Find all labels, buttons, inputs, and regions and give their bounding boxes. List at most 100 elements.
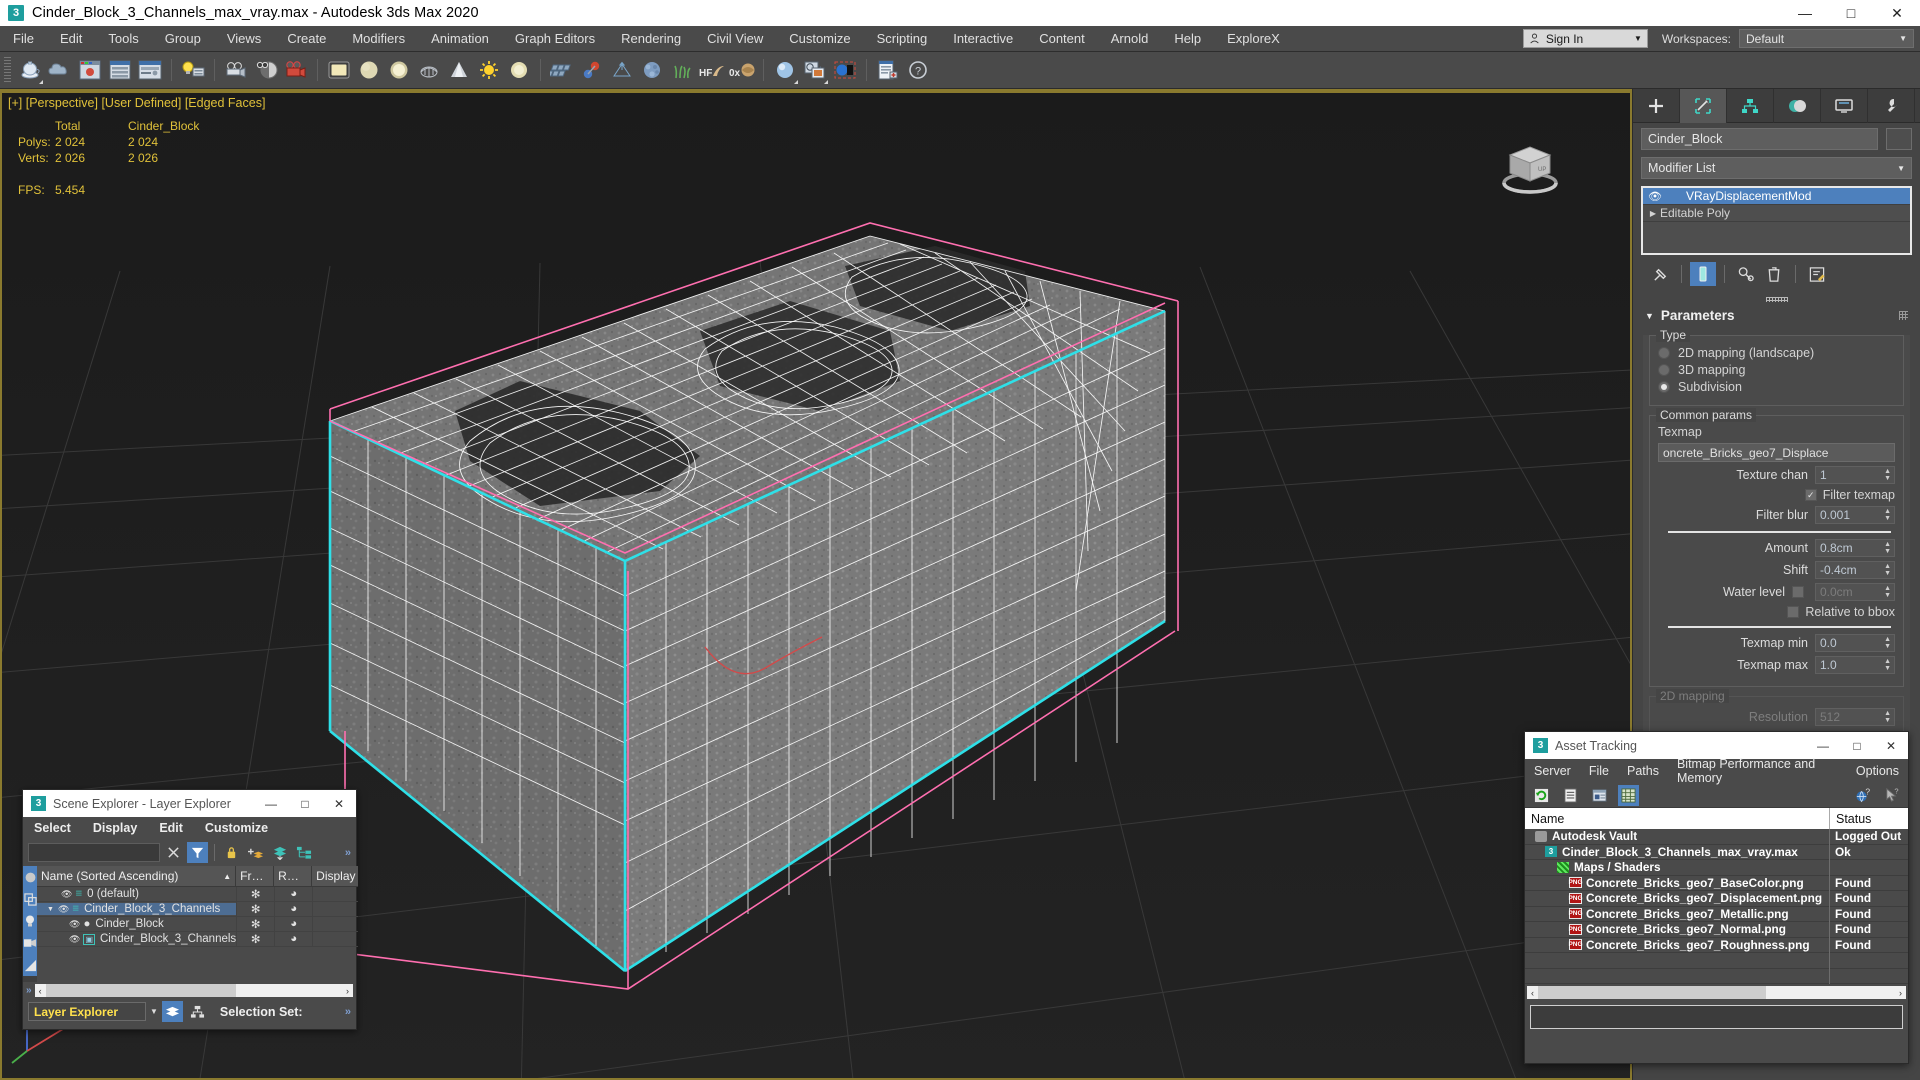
scene-explorer-toolbar-icon[interactable] <box>135 55 165 85</box>
menu-item-civil-view[interactable]: Civil View <box>694 26 776 52</box>
filter-blur-spinner[interactable]: 0.001 ▲ ▼ <box>1815 506 1895 524</box>
menu-item-explorex[interactable]: ExploreX <box>1214 26 1293 52</box>
at-menu-options[interactable]: Options <box>1847 764 1908 778</box>
refresh-icon[interactable] <box>1531 785 1552 806</box>
view-cube[interactable]: UP <box>1488 121 1572 205</box>
menu-item-rendering[interactable]: Rendering <box>608 26 694 52</box>
hierarchy-mode-icon[interactable] <box>187 1001 208 1022</box>
scroll-overflow-icon[interactable]: » <box>26 985 32 996</box>
sunlight-icon[interactable] <box>474 55 504 85</box>
display-cell[interactable] <box>312 901 358 917</box>
menu-item-help[interactable]: Help <box>1161 26 1214 52</box>
explorer-mode-selector[interactable]: Layer Explorer <box>28 1002 146 1021</box>
help-icon[interactable]: ? <box>903 55 933 85</box>
table-row[interactable]: PNG Concrete_Bricks_geo7_Displacement.pn… <box>1525 890 1908 907</box>
align-icon[interactable] <box>577 55 607 85</box>
layer-stack-icon[interactable] <box>269 842 290 863</box>
clear-search-icon[interactable] <box>163 842 184 863</box>
tab-motion[interactable] <box>1774 89 1821 123</box>
horizontal-scrollbar[interactable]: ‹ › <box>34 984 353 997</box>
ornatrix-icon[interactable]: 0x <box>727 55 757 85</box>
se-menu-display[interactable]: Display <box>82 821 148 835</box>
render-frame-window-icon[interactable] <box>251 55 281 85</box>
table-row[interactable] <box>1525 952 1908 969</box>
menu-item-edit[interactable]: Edit <box>47 26 95 52</box>
radio-3d-mapping[interactable]: 3D mapping <box>1658 363 1895 377</box>
object-color-swatch[interactable] <box>1886 128 1912 150</box>
table-row[interactable]: PNG Concrete_Bricks_geo7_Normal.png Foun… <box>1525 921 1908 938</box>
column-frozen[interactable]: Fr… <box>236 865 275 887</box>
asset-tracking-window[interactable]: 3 Asset Tracking — □ ✕ Server File Paths… <box>1524 731 1909 1064</box>
scroll-right-icon[interactable]: › <box>1895 988 1906 998</box>
viewport-label[interactable]: [+] [Perspective] [User Defined] [Edged … <box>8 96 265 110</box>
hierarchy-view-icon[interactable] <box>293 842 314 863</box>
workspace-selector[interactable]: Default ▼ <box>1739 29 1914 48</box>
array-icon[interactable] <box>547 55 577 85</box>
column-render[interactable]: R… <box>274 865 313 887</box>
tab-create[interactable] <box>1633 89 1680 123</box>
menu-item-content[interactable]: Content <box>1026 26 1098 52</box>
eye-icon[interactable]: 👁 <box>69 934 80 945</box>
asset-tracking-list[interactable]: Autodesk Vault Logged Out 3 Cinder_Block… <box>1525 828 1908 984</box>
menu-item-group[interactable]: Group <box>152 26 214 52</box>
freeze-toggle[interactable]: ✻ <box>236 901 274 917</box>
material-sphere-glossy-icon[interactable] <box>384 55 414 85</box>
make-unique-icon[interactable] <box>1733 262 1759 286</box>
filter-lights-icon[interactable] <box>23 910 37 932</box>
render-toggle[interactable]: ◕ <box>274 886 312 902</box>
amount-spinner[interactable]: 0.8cm ▲ ▼ <box>1815 539 1895 557</box>
pin-stack-icon[interactable] <box>1647 262 1673 286</box>
spinner-arrows-icon[interactable]: ▲ ▼ <box>1884 563 1891 577</box>
water-level-spinner[interactable]: 0.0cm ▲ ▼ <box>1815 583 1895 601</box>
scroll-left-icon[interactable]: ‹ <box>1527 988 1538 998</box>
spinner-arrows-icon[interactable]: ▲ ▼ <box>1884 585 1891 599</box>
configure-modifier-sets-icon[interactable] <box>1804 262 1830 286</box>
render-toggle[interactable]: ◕ <box>274 916 312 932</box>
hair-fur-hf-icon[interactable]: HF <box>697 55 727 85</box>
render-toggle[interactable]: ◕ <box>274 931 312 947</box>
tab-modify[interactable] <box>1680 89 1727 123</box>
table-row[interactable]: Maps / Shaders <box>1525 859 1908 876</box>
material-editor-icon[interactable] <box>770 55 800 85</box>
freeze-toggle[interactable]: ✻ <box>236 931 274 947</box>
modifier-stack-item-editable-poly[interactable]: ▶ Editable Poly <box>1643 205 1910 222</box>
layer-manager-icon[interactable] <box>105 55 135 85</box>
lock-icon[interactable] <box>221 842 242 863</box>
layer-explorer-mode-icon[interactable] <box>161 1001 183 1022</box>
spinner-arrows-icon[interactable]: ▲ ▼ <box>1884 541 1891 555</box>
expand-triangle-icon[interactable]: ▼ <box>47 906 54 913</box>
display-cell[interactable] <box>312 886 358 902</box>
expand-triangle-icon[interactable]: ▶ <box>1646 209 1660 218</box>
table-row[interactable]: PNG Concrete_Bricks_geo7_Roughness.png F… <box>1525 937 1908 953</box>
filter-icon[interactable] <box>187 842 208 863</box>
footer-overflow-icon[interactable]: » <box>345 1006 351 1018</box>
column-display[interactable]: Display <box>312 866 358 887</box>
light-list-icon[interactable] <box>178 55 208 85</box>
shift-spinner[interactable]: -0.4cm ▲ ▼ <box>1815 561 1895 579</box>
menu-item-modifiers[interactable]: Modifiers <box>339 26 418 52</box>
menu-item-tools[interactable]: Tools <box>95 26 151 52</box>
render-to-texture-icon[interactable] <box>830 55 860 85</box>
asset-tracking-close-button[interactable]: ✕ <box>1874 732 1908 759</box>
chevron-down-icon[interactable]: ▼ <box>150 1007 158 1016</box>
scene-explorer-maximize-button[interactable]: □ <box>288 790 322 817</box>
menu-item-views[interactable]: Views <box>214 26 274 52</box>
teapot-wire-icon[interactable] <box>414 55 444 85</box>
asset-tracking-minimize-button[interactable]: — <box>1806 732 1840 759</box>
se-menu-select[interactable]: Select <box>23 821 82 835</box>
asset-tracking-maximize-button[interactable]: □ <box>1840 732 1874 759</box>
network-help-icon[interactable]: ? <box>1852 785 1873 806</box>
display-cell[interactable] <box>312 931 358 947</box>
tab-utilities[interactable] <box>1868 89 1915 123</box>
texmap-min-spinner[interactable]: 0.0 ▲ ▼ <box>1815 634 1895 652</box>
at-menu-paths[interactable]: Paths <box>1618 764 1668 778</box>
column-status[interactable]: Status <box>1830 808 1908 829</box>
menu-item-scripting[interactable]: Scripting <box>864 26 941 52</box>
object-name-field[interactable]: Cinder_Block <box>1641 128 1878 150</box>
grid-view-icon[interactable] <box>1618 784 1639 806</box>
horizontal-scrollbar[interactable]: ‹ › <box>1527 986 1906 999</box>
eye-icon[interactable]: 👁 <box>58 904 69 915</box>
scene-explorer-close-button[interactable]: ✕ <box>322 790 356 817</box>
hair-fur-grass-icon[interactable] <box>667 55 697 85</box>
texture-channel-spinner[interactable]: 1 ▲ ▼ <box>1815 466 1895 484</box>
